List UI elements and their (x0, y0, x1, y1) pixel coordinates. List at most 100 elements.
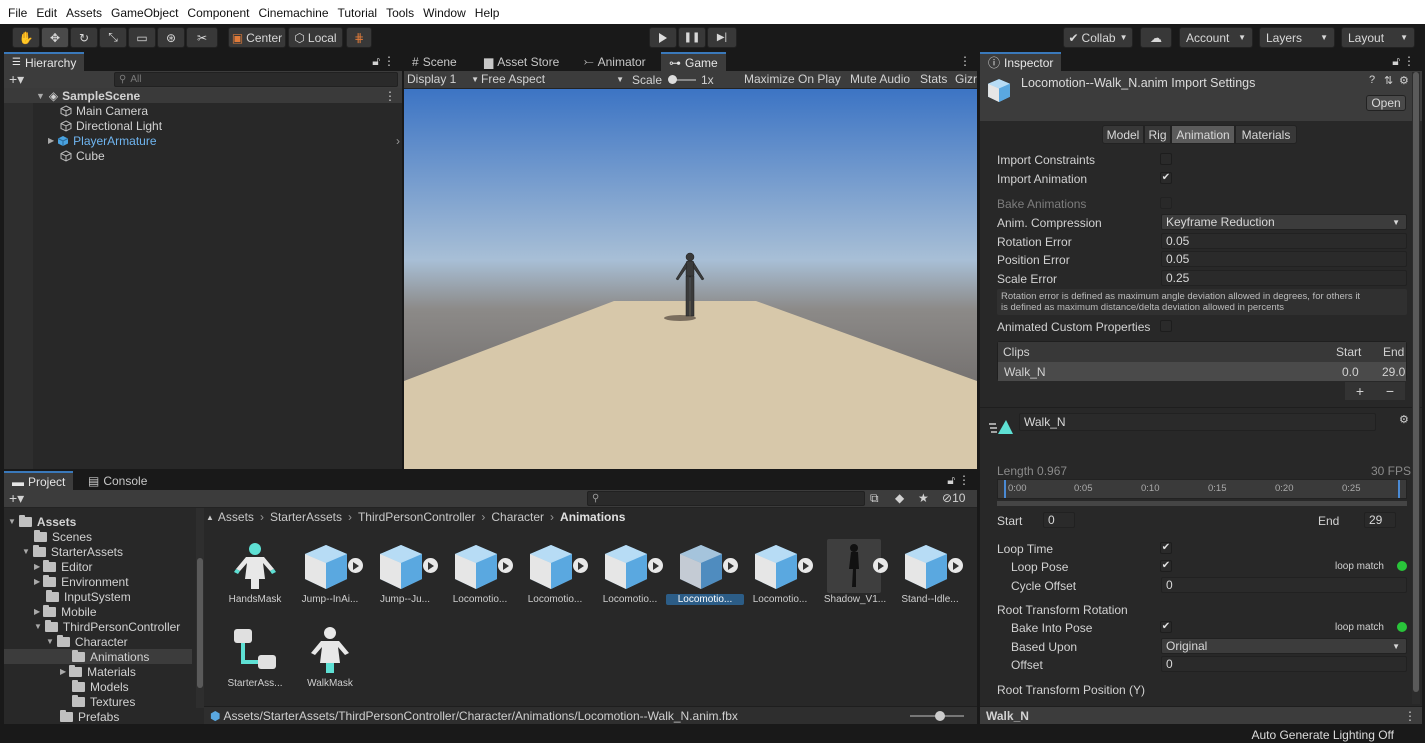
tree-scrollbar-thumb[interactable] (197, 558, 203, 688)
filter-label-icon[interactable]: ◆ (895, 491, 904, 505)
hand-tool-icon[interactable]: ✋ (12, 27, 40, 48)
asset-handsmask[interactable]: HandsMask (220, 537, 290, 613)
inspector-scrollbar-thumb[interactable] (1413, 72, 1419, 692)
lighting-status[interactable]: Auto Generate Lighting Off (1251, 728, 1394, 742)
expand-asset-icon[interactable] (348, 558, 363, 573)
clip-timeline[interactable]: 0:00 0:05 0:10 0:15 0:20 0:25 (997, 479, 1407, 499)
stats-toggle[interactable]: Stats (920, 72, 947, 86)
anim-compression-dropdown[interactable]: Keyframe Reduction ▼ (1161, 214, 1407, 230)
scene-row[interactable]: ▼ ◈ SampleScene ⋮ (4, 88, 402, 103)
expand-arrow-icon[interactable]: ▶ (34, 562, 40, 571)
menu-window[interactable]: Window (423, 0, 466, 27)
expand-asset-icon[interactable] (573, 558, 588, 573)
kebab-menu-icon[interactable]: ⋮ (1403, 54, 1415, 68)
kebab-menu-icon[interactable]: ⋮ (959, 54, 971, 68)
project-search-input[interactable]: ⚲ (587, 491, 865, 506)
preset-icon[interactable]: ⇅ (1384, 74, 1393, 87)
rotation-error-input[interactable]: 0.05 (1161, 233, 1407, 249)
hierarchy-search-input[interactable]: ⚲ All (114, 72, 398, 87)
chevron-right-icon[interactable]: › (396, 134, 400, 148)
pivot-center-button[interactable]: ▣ Center (228, 27, 286, 48)
mute-audio-toggle[interactable]: Mute Audio (850, 72, 910, 86)
timeline-end-marker[interactable] (1398, 480, 1400, 498)
filter-type-icon[interactable]: ⧉ (870, 491, 879, 506)
tab-animation[interactable]: Animation (1171, 125, 1235, 144)
end-input[interactable]: 29 (1364, 512, 1396, 528)
game-viewport[interactable] (404, 89, 977, 469)
start-input[interactable]: 0 (1043, 512, 1075, 528)
asset-starterassets-controller[interactable]: StarterAss... (220, 621, 290, 697)
position-error-input[interactable]: 0.05 (1161, 251, 1407, 267)
timeline-start-marker[interactable] (1004, 480, 1006, 498)
expand-asset-icon[interactable] (948, 558, 963, 573)
help-icon[interactable]: ? (1369, 74, 1375, 86)
lock-icon[interactable]: 🔓︎ (372, 54, 380, 69)
expand-asset-icon[interactable] (498, 558, 513, 573)
pause-button[interactable]: ❚❚ (678, 27, 706, 48)
expand-arrow-icon[interactable]: ▼ (34, 622, 42, 631)
tab-materials[interactable]: Materials (1235, 125, 1297, 144)
tab-rig[interactable]: Rig (1144, 125, 1171, 144)
aspect-dropdown[interactable]: Free Aspect ▼ (481, 72, 624, 86)
tab-model[interactable]: Model (1102, 125, 1144, 144)
asset-locomotion-3[interactable]: Locomotio... (595, 537, 665, 613)
tree-scrollbar[interactable] (196, 508, 204, 708)
menu-assets[interactable]: Assets (66, 0, 102, 27)
menu-tutorial[interactable]: Tutorial (338, 0, 378, 27)
play-button[interactable] (649, 27, 677, 48)
tree-item-starterassets[interactable]: ▼ StarterAssets (22, 544, 123, 559)
cloud-button[interactable]: ☁ (1140, 27, 1172, 48)
tab-hierarchy[interactable]: ☰ Hierarchy (4, 52, 85, 71)
offset-input[interactable]: 0 (1161, 656, 1407, 672)
transform-tool-icon[interactable]: ⊛ (157, 27, 185, 48)
expand-asset-icon[interactable] (873, 558, 888, 573)
asset-stand-idle[interactable]: Stand--Idle... (895, 537, 965, 613)
kebab-menu-icon[interactable]: ⋮ (958, 473, 970, 487)
expand-arrow-icon[interactable]: ▶ (34, 607, 40, 616)
account-dropdown[interactable]: Account ▼ (1179, 27, 1253, 48)
expand-asset-icon[interactable] (648, 558, 663, 573)
bake-into-pose-checkbox[interactable]: ✔ (1160, 621, 1172, 633)
layout-dropdown[interactable]: Layout ▼ (1341, 27, 1415, 48)
asset-locomotion-1[interactable]: Locomotio... (445, 537, 515, 613)
asset-locomotion-5[interactable]: Locomotio... (745, 537, 815, 613)
bake-animations-checkbox[interactable] (1160, 197, 1172, 209)
clip-row[interactable]: Walk_N 0.0 29.0 (998, 362, 1406, 381)
hidden-packages-toggle[interactable]: ⊘10 (942, 491, 965, 505)
tree-item-thirdpersoncontroller[interactable]: ▼ ThirdPersonController (34, 619, 180, 634)
remove-clip-button[interactable]: − (1386, 383, 1394, 399)
tree-item-prefabs[interactable]: Prefabs (60, 709, 119, 724)
import-animation-checkbox[interactable]: ✔ (1160, 172, 1172, 184)
asset-jump-jump[interactable]: Jump--Ju... (370, 537, 440, 613)
maximize-on-play-toggle[interactable]: Maximize On Play (744, 72, 841, 86)
expand-arrow-icon[interactable]: ▼ (8, 517, 16, 526)
favorite-star-icon[interactable]: ★ (918, 491, 929, 505)
loop-pose-checkbox[interactable]: ✔ (1160, 560, 1172, 572)
add-clip-button[interactable]: + (1356, 383, 1364, 399)
tree-item-models[interactable]: Models (72, 679, 129, 694)
breadcrumb-item[interactable]: Assets (218, 510, 254, 524)
tab-scene[interactable]: # Scene (404, 52, 465, 71)
menu-edit[interactable]: Edit (36, 0, 57, 27)
grid-snap-icon[interactable]: ⋕ (346, 27, 372, 48)
lock-icon[interactable]: 🔓︎ (947, 473, 955, 488)
tree-item-environment[interactable]: ▶ Environment (34, 574, 129, 589)
kebab-menu-icon[interactable]: ⋮ (1404, 709, 1416, 723)
hierarchy-item-player-armature[interactable]: ▶ PlayerArmature › (48, 133, 400, 148)
expand-arrow-icon[interactable]: ▼ (46, 637, 54, 646)
step-button[interactable]: ▶| (707, 27, 737, 48)
icon-size-slider-handle[interactable] (935, 711, 945, 721)
expand-arrow-icon[interactable]: ▶ (48, 136, 54, 145)
expand-arrow-icon[interactable]: ▼ (36, 91, 45, 101)
based-upon-dropdown[interactable]: Original ▼ (1161, 638, 1407, 654)
tree-item-scenes[interactable]: Scenes (34, 529, 92, 544)
breadcrumb-item[interactable]: ThirdPersonController (358, 510, 475, 524)
expand-arrow-icon[interactable]: ▶ (60, 667, 66, 676)
clip-name-input[interactable]: Walk_N (1019, 413, 1376, 431)
hierarchy-item-cube[interactable]: Cube (60, 148, 105, 163)
tree-item-textures[interactable]: Textures (72, 694, 135, 709)
tree-item-mobile[interactable]: ▶ Mobile (34, 604, 97, 619)
tab-console[interactable]: ▤ Console (80, 471, 155, 490)
expand-asset-icon[interactable] (798, 558, 813, 573)
layers-dropdown[interactable]: Layers ▼ (1259, 27, 1335, 48)
